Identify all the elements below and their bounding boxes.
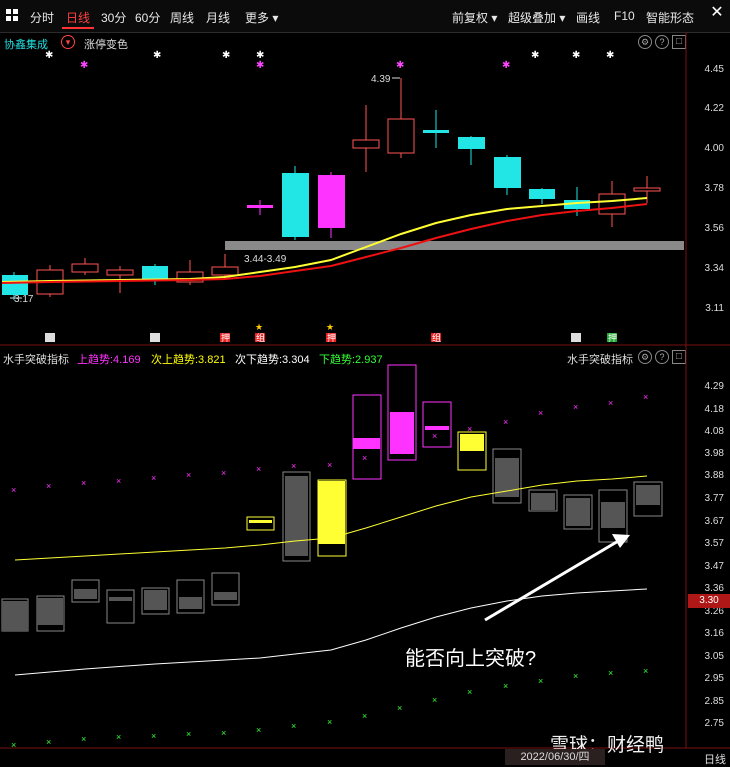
svg-text:×: × (81, 734, 86, 744)
svg-text:×: × (643, 666, 648, 676)
svg-text:×: × (46, 737, 51, 747)
svg-text:×: × (538, 676, 543, 686)
period-label: 日线 (704, 754, 726, 766)
svg-text:×: × (362, 711, 367, 721)
svg-text:押: 押 (608, 332, 617, 343)
svg-text:×: × (432, 695, 437, 705)
svg-text:×: × (11, 485, 16, 495)
range-label: 3.44-3.49 (244, 254, 287, 265)
svg-text:✱: ✱ (396, 60, 404, 71)
svg-text:✱: ✱ (222, 50, 230, 61)
svg-text:×: × (503, 681, 508, 691)
svg-text:✱: ✱ (256, 60, 264, 71)
svg-text:组: 组 (432, 332, 441, 343)
svg-text:×: × (291, 461, 296, 471)
chart-canvas[interactable]: ✱ ✱ ✱ ✱ ✱ ✱ ✱ ✱ ✱ ✱ ✱ 4.39 3.17 3.44-3.49 (0, 0, 730, 767)
svg-text:×: × (221, 468, 226, 478)
svg-text:✱: ✱ (45, 50, 53, 61)
svg-text:×: × (221, 728, 226, 738)
svg-text:×: × (362, 453, 367, 463)
svg-text:★: ★ (255, 322, 263, 332)
svg-text:×: × (573, 671, 578, 681)
date-label: 2022/06/30/四 (505, 749, 605, 765)
svg-text:×: × (186, 470, 191, 480)
svg-text:×: × (467, 424, 472, 434)
svg-text:✱: ✱ (153, 50, 161, 61)
svg-text:×: × (151, 473, 156, 483)
svg-text:×: × (116, 732, 121, 742)
svg-text:✱: ✱ (531, 50, 539, 61)
svg-text:×: × (151, 731, 156, 741)
svg-text:×: × (327, 717, 332, 727)
pattern-markers: 押 ★ 组 ★ 押 组 押 (45, 322, 617, 343)
resistance-band (225, 241, 684, 250)
svg-text:×: × (608, 398, 613, 408)
signal-markers-top: ✱ ✱ ✱ ✱ ✱ ✱ ✱ ✱ ✱ ✱ ✱ (45, 50, 614, 71)
svg-text:✱: ✱ (502, 60, 510, 71)
svg-text:×: × (397, 437, 402, 447)
svg-text:✱: ✱ (606, 50, 614, 61)
annotation-text: 能否向上突破? (405, 648, 537, 670)
svg-text:✱: ✱ (80, 60, 88, 71)
svg-text:×: × (327, 460, 332, 470)
svg-text:×: × (503, 417, 508, 427)
annotation-arrow (484, 538, 621, 622)
svg-text:×: × (643, 392, 648, 402)
svg-text:×: × (397, 703, 402, 713)
svg-text:×: × (538, 408, 543, 418)
svg-text:×: × (46, 481, 51, 491)
svg-text:×: × (467, 687, 472, 697)
svg-text:×: × (573, 402, 578, 412)
svg-text:押: 押 (327, 332, 336, 343)
svg-text:×: × (256, 464, 261, 474)
svg-text:×: × (608, 668, 613, 678)
svg-text:×: × (291, 721, 296, 731)
svg-text:×: × (11, 740, 16, 750)
svg-text:×: × (432, 431, 437, 441)
svg-text:×: × (116, 476, 121, 486)
high-price-label: 4.39 (371, 74, 391, 85)
low-price-label: 3.17 (14, 294, 34, 305)
svg-text:×: × (256, 725, 261, 735)
svg-text:★: ★ (326, 322, 334, 332)
svg-text:×: × (186, 729, 191, 739)
indicator-boxes (1, 364, 663, 632)
svg-text:×: × (81, 478, 86, 488)
svg-text:✱: ✱ (572, 50, 580, 61)
svg-text:组: 组 (256, 332, 265, 343)
svg-text:押: 押 (221, 332, 230, 343)
